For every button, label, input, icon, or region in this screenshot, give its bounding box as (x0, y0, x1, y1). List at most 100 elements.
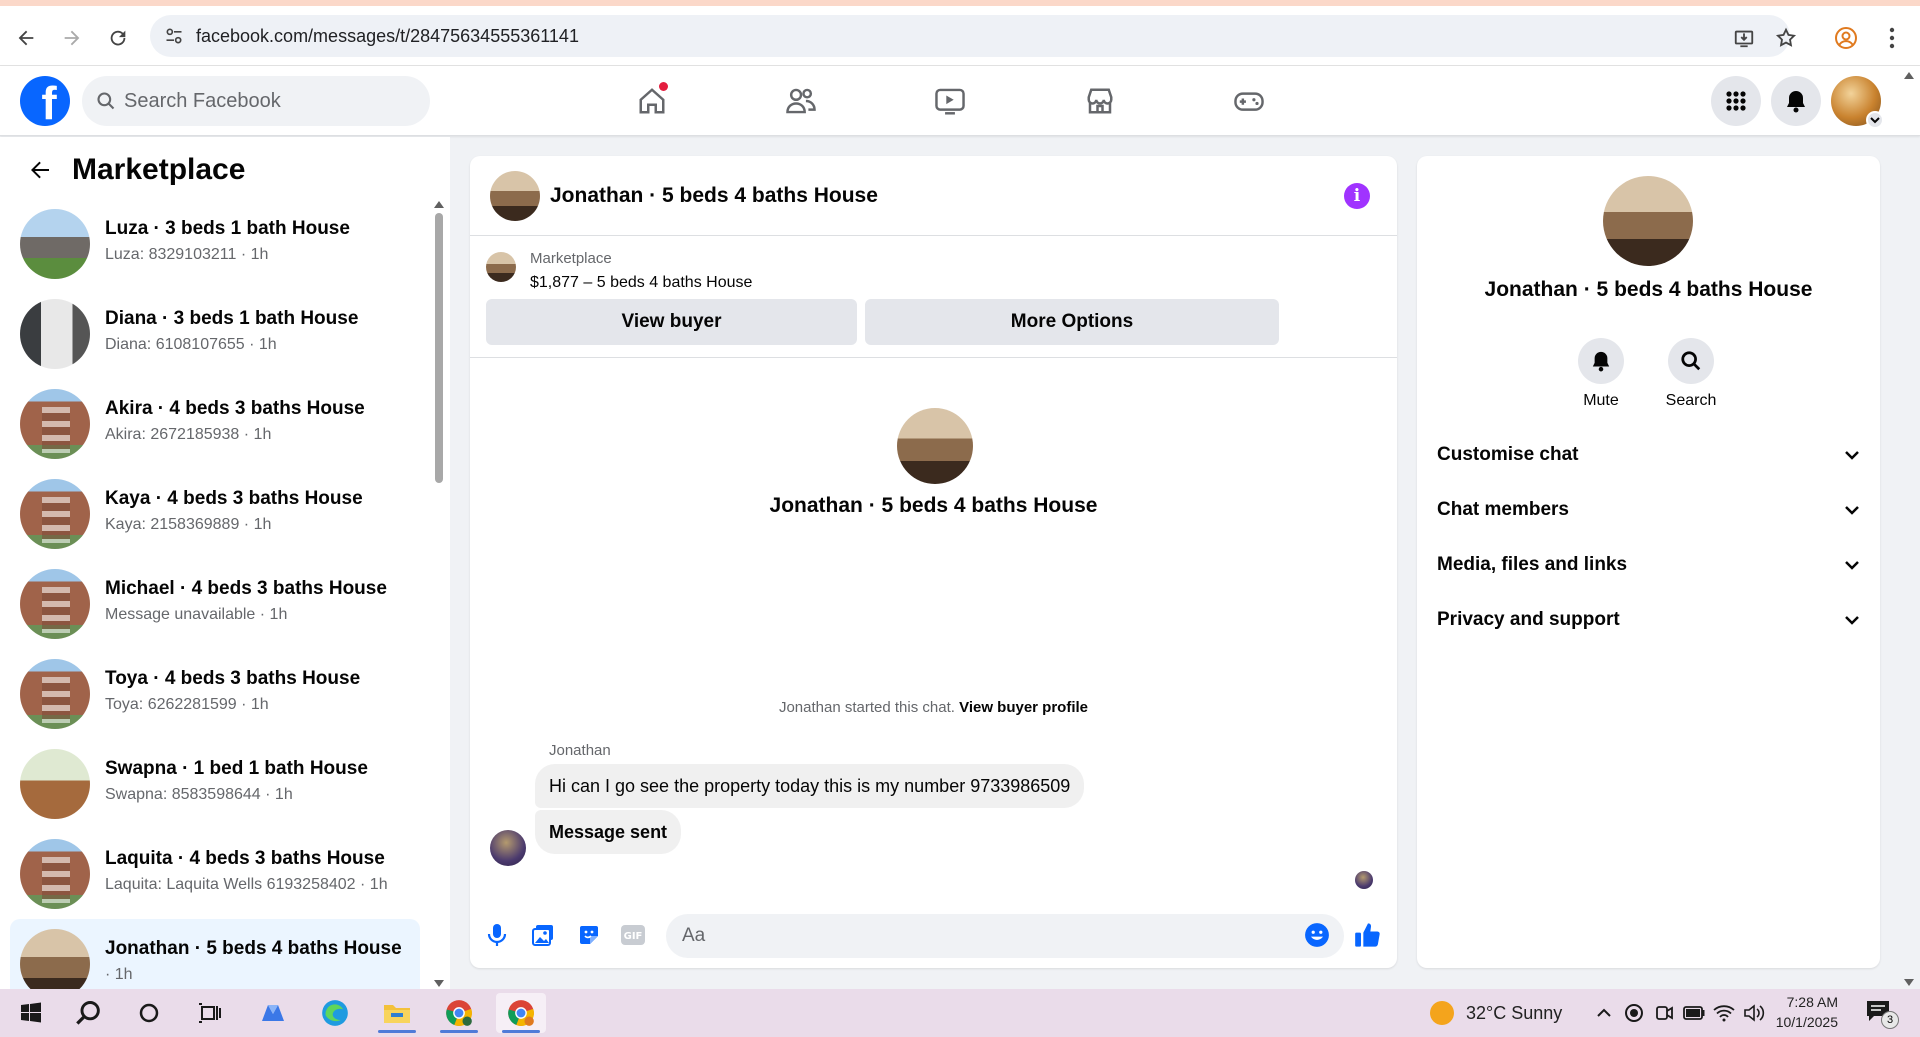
conversation-preview: Swapna: 8583598644 · 1h (105, 786, 293, 803)
system-clock[interactable]: 7:28 AM 10/1/2025 (1768, 992, 1838, 1032)
sender-avatar[interactable] (490, 830, 526, 866)
file-explorer-icon[interactable] (372, 993, 422, 1033)
scroll-down-icon[interactable] (434, 980, 444, 987)
section-customise-chat[interactable]: Customise chat (1437, 432, 1860, 478)
conversation-preview: Akira: 2672185938 · 1h (105, 426, 272, 443)
view-buyer-profile-link[interactable]: View buyer profile (959, 699, 1088, 716)
back-icon[interactable] (8, 20, 44, 56)
meet-now-icon[interactable] (1652, 1001, 1676, 1025)
search-icon[interactable] (1668, 338, 1714, 384)
notifications-bell-icon[interactable] (1771, 76, 1821, 126)
chat-header: Jonathan · 5 beds 4 baths House i (470, 156, 1397, 236)
listing-thumbnail (20, 209, 90, 279)
wifi-icon[interactable] (1712, 1001, 1736, 1025)
scroll-up-icon[interactable] (1904, 72, 1914, 79)
record-icon[interactable] (1622, 1001, 1646, 1025)
notification-count-badge: 3 (1881, 1011, 1899, 1029)
reload-icon[interactable] (100, 20, 136, 56)
chrome-icon[interactable] (434, 993, 484, 1033)
page-scrollbar[interactable] (1902, 70, 1918, 988)
conversation-preview: Laquita: Laquita Wells 6193258402 · 1h (105, 876, 388, 893)
windows-start-icon[interactable] (6, 993, 56, 1033)
conversation-item[interactable]: Kaya · 4 beds 3 baths House Kaya: 215836… (10, 469, 420, 559)
url-text: facebook.com/messages/t/2847563455536114… (196, 25, 579, 46)
scrollbar-thumb[interactable] (435, 213, 443, 483)
install-app-icon[interactable] (1726, 20, 1762, 56)
back-arrow-icon[interactable] (24, 154, 56, 186)
message-input[interactable] (666, 914, 1344, 958)
clock-date: 10/1/2025 (1775, 1014, 1838, 1030)
chat-avatar[interactable] (490, 171, 540, 221)
search-icon[interactable] (64, 993, 114, 1033)
site-settings-icon[interactable] (164, 26, 184, 51)
friends-nav-icon[interactable] (746, 76, 856, 126)
section-privacy-support[interactable]: Privacy and support (1437, 597, 1860, 643)
listing-thumbnail (20, 749, 90, 819)
conversation-item[interactable]: Luza · 3 beds 1 bath House Luza: 8329103… (10, 199, 420, 289)
task-view-icon[interactable] (185, 993, 235, 1033)
scroll-down-icon[interactable] (1904, 979, 1914, 986)
battery-icon[interactable] (1682, 1001, 1706, 1025)
section-label: Privacy and support (1437, 609, 1620, 630)
home-nav-icon[interactable] (597, 76, 707, 126)
facebook-search[interactable]: Search Facebook (82, 76, 430, 126)
info-avatar (1603, 176, 1693, 266)
scroll-up-icon[interactable] (434, 201, 444, 208)
weather-text: 32°C Sunny (1466, 1002, 1563, 1023)
started-text: Jonathan started this chat. (778, 699, 955, 716)
conversation-item[interactable]: Toya · 4 beds 3 baths House Toya: 626228… (10, 649, 420, 739)
sticker-icon[interactable] (574, 920, 604, 950)
menu-kebab-icon[interactable] (1874, 20, 1910, 56)
chat-title[interactable]: Jonathan · 5 beds 4 baths House (550, 184, 878, 208)
profile-icon[interactable] (1828, 20, 1864, 56)
view-buyer-button[interactable]: View buyer (486, 299, 857, 345)
account-avatar[interactable] (1831, 76, 1884, 129)
marketplace-sidebar: Marketplace Luza · 3 beds 1 bath House L… (0, 137, 450, 989)
info-icon[interactable]: i (1344, 183, 1370, 209)
conversation-item[interactable]: Laquita · 4 beds 3 baths House Laquita: … (10, 829, 420, 919)
chevron-up-icon[interactable] (1592, 1001, 1616, 1025)
conversation-name: Akira · 4 beds 3 baths House (105, 398, 365, 419)
forward-icon[interactable] (54, 20, 90, 56)
message-bubble[interactable]: Hi can I go see the property today this … (535, 764, 1085, 808)
seen-receipt-avatar (1355, 871, 1373, 889)
gif-icon[interactable]: GIF (618, 920, 648, 950)
listing-thumbnail (20, 839, 90, 909)
sidebar-scrollbar[interactable] (432, 199, 446, 989)
address-bar[interactable]: facebook.com/messages/t/2847563455536114… (150, 15, 1790, 57)
emoji-icon[interactable] (1302, 920, 1332, 950)
message-bubble[interactable]: Message sent (535, 810, 682, 854)
chevron-down-icon (1844, 554, 1860, 576)
search-placeholder: Search Facebook (124, 89, 281, 112)
conversation-item[interactable]: Swapna · 1 bed 1 bath House Swapna: 8583… (10, 739, 420, 829)
gaming-nav-icon[interactable] (1194, 76, 1304, 126)
bell-icon[interactable] (1578, 338, 1624, 384)
mute-action[interactable]: Mute (1556, 338, 1646, 410)
facebook-logo-icon[interactable]: f (20, 76, 70, 126)
conversation-item[interactable]: Akira · 4 beds 3 baths House Akira: 2672… (10, 379, 420, 469)
conversation-preview: Toya: 6262281599 · 1h (105, 696, 269, 713)
chrome-profile-icon[interactable] (496, 993, 546, 1033)
search-action[interactable]: Search (1646, 338, 1736, 410)
conversation-item-active[interactable]: Jonathan · 5 beds 4 baths House · 1h (10, 919, 420, 989)
clock-time: 7:28 AM (1786, 994, 1838, 1010)
like-thumb-icon[interactable] (1353, 920, 1383, 950)
section-chat-members[interactable]: Chat members (1437, 487, 1860, 533)
bookmark-star-icon[interactable] (1768, 20, 1804, 56)
section-label: Chat members (1437, 499, 1569, 520)
video-nav-icon[interactable] (895, 76, 1005, 126)
photo-icon[interactable] (528, 920, 558, 950)
edge-browser-icon[interactable] (310, 993, 360, 1033)
marketplace-nav-icon[interactable] (1045, 76, 1155, 126)
browser-toolbar: facebook.com/messages/t/2847563455536114… (0, 0, 1920, 66)
conversation-item[interactable]: Diana · 3 beds 1 bath House Diana: 61081… (10, 289, 420, 379)
apps-menu-icon[interactable] (1711, 76, 1761, 126)
microphone-icon[interactable] (482, 920, 512, 950)
more-options-button[interactable]: More Options (865, 299, 1279, 345)
cortana-icon[interactable] (124, 993, 174, 1033)
app-icon[interactable] (248, 993, 298, 1033)
section-media-files-links[interactable]: Media, files and links (1437, 542, 1860, 588)
volume-icon[interactable] (1742, 1001, 1766, 1025)
conversation-item[interactable]: Michael · 4 beds 3 baths House Message u… (10, 559, 420, 649)
weather-widget[interactable]: 32°C Sunny (1430, 1001, 1562, 1025)
